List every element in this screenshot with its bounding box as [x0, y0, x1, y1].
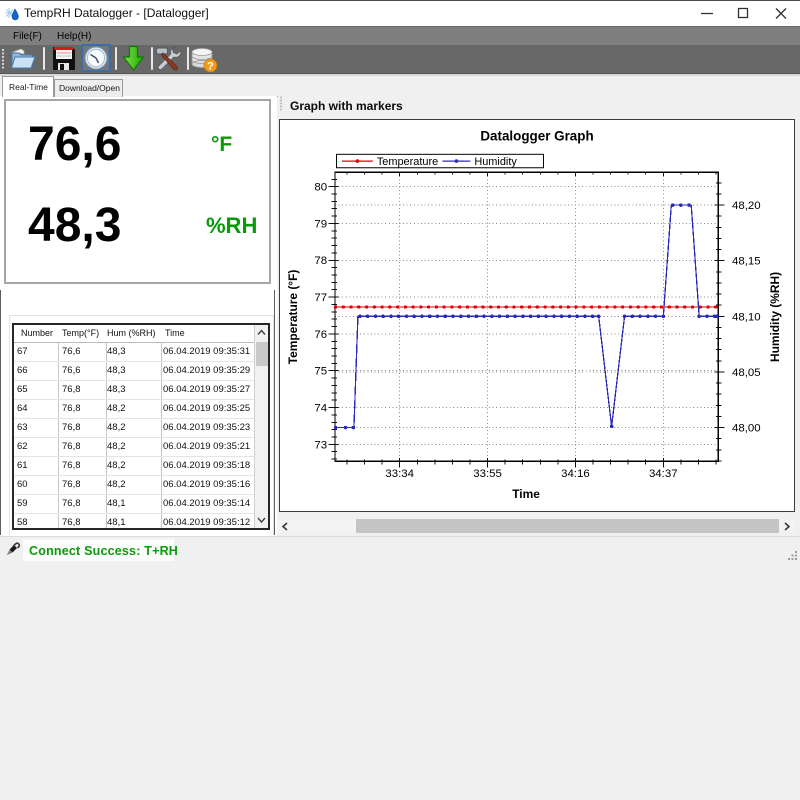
svg-text:34:37: 34:37	[649, 468, 678, 480]
svg-text:33:55: 33:55	[473, 468, 502, 480]
svg-text:48,00: 48,00	[732, 423, 761, 435]
svg-text:79: 79	[314, 218, 327, 230]
svg-text:48,10: 48,10	[732, 311, 761, 323]
svg-text:Temperature: Temperature	[377, 156, 438, 168]
svg-text:Time: Time	[512, 487, 540, 501]
svg-text:Humidity (%RH): Humidity (%RH)	[768, 272, 782, 362]
svg-text:74: 74	[314, 403, 327, 415]
svg-text:73: 73	[314, 439, 327, 451]
svg-text:76: 76	[314, 329, 327, 341]
svg-text:80: 80	[314, 182, 327, 194]
svg-text:Datalogger Graph: Datalogger Graph	[480, 128, 593, 143]
svg-text:33:34: 33:34	[385, 468, 414, 480]
svg-text:77: 77	[314, 292, 327, 304]
svg-text:78: 78	[314, 255, 327, 267]
svg-text:48,05: 48,05	[732, 367, 761, 379]
svg-text:75: 75	[314, 366, 327, 378]
svg-text:Temperature (°F): Temperature (°F)	[286, 270, 300, 365]
svg-text:34:16: 34:16	[561, 468, 590, 480]
svg-text:Humidity: Humidity	[474, 156, 517, 168]
svg-text:?: ?	[207, 61, 214, 73]
svg-text:48,20: 48,20	[732, 200, 761, 212]
svg-text:48,15: 48,15	[732, 256, 761, 268]
